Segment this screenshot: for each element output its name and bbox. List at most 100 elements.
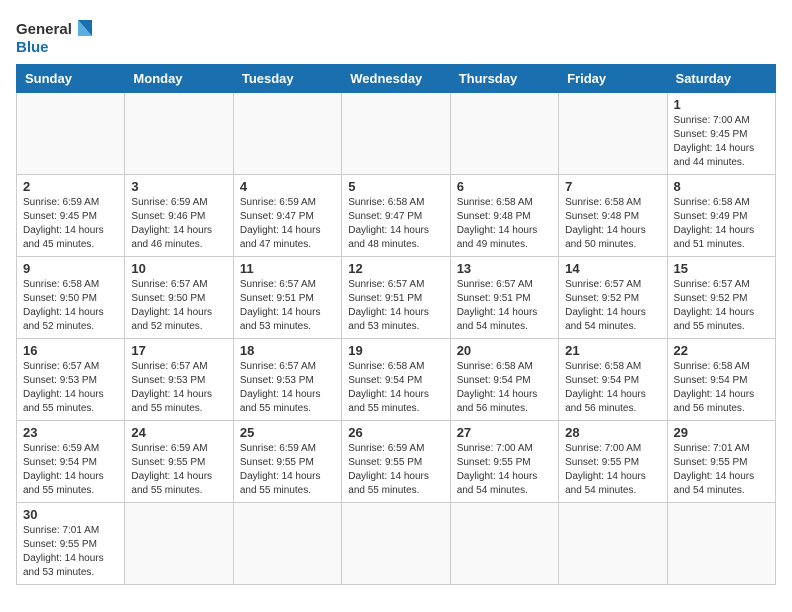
day-info: Sunrise: 6:58 AM Sunset: 9:47 PM Dayligh…	[348, 196, 443, 252]
calendar-cell: 12 Sunrise: 6:57 AM Sunset: 9:51 PM Dayli…	[342, 257, 450, 339]
day-number: 8	[674, 179, 769, 194]
calendar-cell	[667, 503, 775, 585]
day-number: 29	[674, 425, 769, 440]
calendar-cell: 10Sunrise: 6:57 AM Sunset: 9:50 PM Dayli…	[125, 257, 233, 339]
day-info: Sunrise: 6:59 AM Sunset: 9:55 PM Dayligh…	[131, 442, 226, 498]
weekday-header-sunday: Sunday	[17, 65, 125, 93]
calendar-cell: 16 Sunrise: 6:57 AM Sunset: 9:53 PM Dayli…	[17, 339, 125, 421]
calendar-cell: 5 Sunrise: 6:58 AM Sunset: 9:47 PM Daylig…	[342, 175, 450, 257]
day-info: Sunrise: 6:58 AM Sunset: 9:50 PM Dayligh…	[23, 278, 118, 334]
calendar-cell: 17 Sunrise: 6:57 AM Sunset: 9:53 PM Dayli…	[125, 339, 233, 421]
weekday-header-thursday: Thursday	[450, 65, 558, 93]
day-number: 9	[23, 261, 118, 276]
day-info: Sunrise: 6:57 AM Sunset: 9:53 PM Dayligh…	[240, 360, 335, 416]
day-number: 16	[23, 343, 118, 358]
day-number: 18	[240, 343, 335, 358]
calendar-cell: 21 Sunrise: 6:58 AM Sunset: 9:54 PM Dayli…	[559, 339, 667, 421]
day-number: 24	[131, 425, 226, 440]
day-number: 11	[240, 261, 335, 276]
day-number: 2	[23, 179, 118, 194]
calendar-cell: 30Sunrise: 7:01 AM Sunset: 9:55 PM Dayli…	[17, 503, 125, 585]
calendar-cell: 7Sunrise: 6:58 AM Sunset: 9:48 PM Daylig…	[559, 175, 667, 257]
day-info: Sunrise: 6:59 AM Sunset: 9:54 PM Dayligh…	[23, 442, 118, 498]
day-number: 5	[348, 179, 443, 194]
day-number: 19	[348, 343, 443, 358]
day-number: 23	[23, 425, 118, 440]
day-number: 25	[240, 425, 335, 440]
day-number: 27	[457, 425, 552, 440]
day-info: Sunrise: 6:57 AM Sunset: 9:52 PM Dayligh…	[565, 278, 660, 334]
calendar-cell: 4 Sunrise: 6:59 AM Sunset: 9:47 PM Daylig…	[233, 175, 341, 257]
calendar-cell	[125, 503, 233, 585]
day-info: Sunrise: 7:00 AM Sunset: 9:55 PM Dayligh…	[457, 442, 552, 498]
calendar-cell	[17, 93, 125, 175]
day-info: Sunrise: 6:59 AM Sunset: 9:55 PM Dayligh…	[348, 442, 443, 498]
day-info: Sunrise: 6:57 AM Sunset: 9:53 PM Dayligh…	[23, 360, 118, 416]
weekday-header-monday: Monday	[125, 65, 233, 93]
calendar-cell	[233, 503, 341, 585]
weekday-header-row: SundayMondayTuesdayWednesdayThursdayFrid…	[17, 65, 776, 93]
day-info: Sunrise: 6:57 AM Sunset: 9:53 PM Dayligh…	[131, 360, 226, 416]
day-info: Sunrise: 7:01 AM Sunset: 9:55 PM Dayligh…	[674, 442, 769, 498]
calendar-cell: 6 Sunrise: 6:58 AM Sunset: 9:48 PM Daylig…	[450, 175, 558, 257]
day-number: 10	[131, 261, 226, 276]
day-number: 14	[565, 261, 660, 276]
calendar-cell: 24 Sunrise: 6:59 AM Sunset: 9:55 PM Dayli…	[125, 421, 233, 503]
calendar-cell	[450, 503, 558, 585]
logo-icon: GeneralBlue	[16, 16, 96, 56]
weekday-header-saturday: Saturday	[667, 65, 775, 93]
weekday-header-tuesday: Tuesday	[233, 65, 341, 93]
day-number: 12	[348, 261, 443, 276]
calendar-cell: 19 Sunrise: 6:58 AM Sunset: 9:54 PM Dayli…	[342, 339, 450, 421]
calendar-cell: 18 Sunrise: 6:57 AM Sunset: 9:53 PM Dayli…	[233, 339, 341, 421]
weekday-header-wednesday: Wednesday	[342, 65, 450, 93]
day-number: 22	[674, 343, 769, 358]
calendar-cell: 15 Sunrise: 6:57 AM Sunset: 9:52 PM Dayli…	[667, 257, 775, 339]
calendar-cell: 8Sunrise: 6:58 AM Sunset: 9:49 PM Daylig…	[667, 175, 775, 257]
calendar-week-row-1: 1 Sunrise: 7:00 AM Sunset: 9:45 PM Daylig…	[17, 93, 776, 175]
calendar-cell: 13Sunrise: 6:57 AM Sunset: 9:51 PM Dayli…	[450, 257, 558, 339]
day-number: 4	[240, 179, 335, 194]
day-info: Sunrise: 6:58 AM Sunset: 9:54 PM Dayligh…	[565, 360, 660, 416]
calendar-cell: 20Sunrise: 6:58 AM Sunset: 9:54 PM Dayli…	[450, 339, 558, 421]
day-info: Sunrise: 6:57 AM Sunset: 9:51 PM Dayligh…	[457, 278, 552, 334]
calendar-cell: 14 Sunrise: 6:57 AM Sunset: 9:52 PM Dayli…	[559, 257, 667, 339]
day-number: 15	[674, 261, 769, 276]
calendar-cell: 1 Sunrise: 7:00 AM Sunset: 9:45 PM Daylig…	[667, 93, 775, 175]
day-number: 21	[565, 343, 660, 358]
svg-text:Blue: Blue	[16, 39, 49, 56]
logo: GeneralBlue	[16, 16, 96, 56]
day-number: 28	[565, 425, 660, 440]
day-info: Sunrise: 6:58 AM Sunset: 9:54 PM Dayligh…	[348, 360, 443, 416]
calendar-cell	[233, 93, 341, 175]
calendar-cell: 29 Sunrise: 7:01 AM Sunset: 9:55 PM Dayli…	[667, 421, 775, 503]
day-number: 6	[457, 179, 552, 194]
weekday-header-friday: Friday	[559, 65, 667, 93]
calendar-cell: 2Sunrise: 6:59 AM Sunset: 9:45 PM Daylig…	[17, 175, 125, 257]
calendar-cell: 26 Sunrise: 6:59 AM Sunset: 9:55 PM Dayli…	[342, 421, 450, 503]
calendar-cell	[342, 93, 450, 175]
day-number: 1	[674, 97, 769, 112]
day-info: Sunrise: 7:00 AM Sunset: 9:45 PM Dayligh…	[674, 114, 769, 170]
calendar-cell	[559, 503, 667, 585]
header: GeneralBlue	[16, 16, 776, 56]
calendar-cell: 27 Sunrise: 7:00 AM Sunset: 9:55 PM Dayli…	[450, 421, 558, 503]
calendar-week-row-4: 16 Sunrise: 6:57 AM Sunset: 9:53 PM Dayli…	[17, 339, 776, 421]
day-info: Sunrise: 6:59 AM Sunset: 9:55 PM Dayligh…	[240, 442, 335, 498]
day-info: Sunrise: 6:57 AM Sunset: 9:51 PM Dayligh…	[348, 278, 443, 334]
calendar-week-row-5: 23 Sunrise: 6:59 AM Sunset: 9:54 PM Dayli…	[17, 421, 776, 503]
day-info: Sunrise: 6:59 AM Sunset: 9:46 PM Dayligh…	[131, 196, 226, 252]
day-number: 26	[348, 425, 443, 440]
calendar-cell	[125, 93, 233, 175]
calendar-cell: 25 Sunrise: 6:59 AM Sunset: 9:55 PM Dayli…	[233, 421, 341, 503]
calendar-cell: 9 Sunrise: 6:58 AM Sunset: 9:50 PM Daylig…	[17, 257, 125, 339]
calendar-cell	[342, 503, 450, 585]
day-number: 20	[457, 343, 552, 358]
calendar-cell: 22Sunrise: 6:58 AM Sunset: 9:54 PM Dayli…	[667, 339, 775, 421]
day-info: Sunrise: 6:57 AM Sunset: 9:52 PM Dayligh…	[674, 278, 769, 334]
day-info: Sunrise: 6:58 AM Sunset: 9:48 PM Dayligh…	[457, 196, 552, 252]
day-number: 7	[565, 179, 660, 194]
day-info: Sunrise: 7:01 AM Sunset: 9:55 PM Dayligh…	[23, 524, 118, 580]
day-info: Sunrise: 6:59 AM Sunset: 9:47 PM Dayligh…	[240, 196, 335, 252]
day-number: 17	[131, 343, 226, 358]
